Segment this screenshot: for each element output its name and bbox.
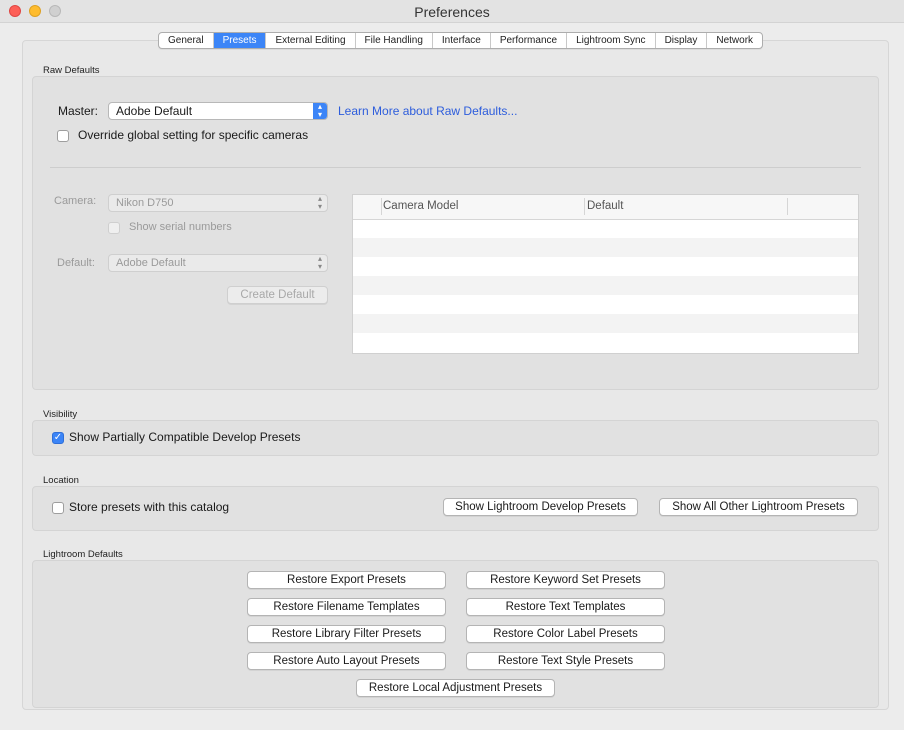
title-bar: Preferences xyxy=(0,0,904,23)
column-separator xyxy=(381,198,382,215)
show-serial-numbers-label: Show serial numbers xyxy=(129,221,232,233)
location-heading: Location xyxy=(43,475,79,486)
show-partially-compatible-label: Show Partially Compatible Develop Preset… xyxy=(69,430,301,444)
override-cameras-label: Override global setting for specific cam… xyxy=(78,128,309,142)
store-presets-with-catalog-checkbox[interactable] xyxy=(52,502,64,514)
default-select-value: Adobe Default xyxy=(116,257,186,269)
select-arrows-icon: ▴ ▾ xyxy=(313,103,327,119)
create-default-button[interactable]: Create Default xyxy=(227,286,328,304)
table-row xyxy=(353,295,858,314)
restore-local-adjustment-presets-button[interactable]: Restore Local Adjustment Presets xyxy=(356,679,555,697)
restore-auto-layout-presets-button[interactable]: Restore Auto Layout Presets xyxy=(247,652,446,670)
restore-export-presets-button[interactable]: Restore Export Presets xyxy=(247,571,446,589)
window-title: Preferences xyxy=(414,4,490,20)
tab-bar: General Presets External Editing File Ha… xyxy=(158,32,764,49)
default-select[interactable]: Adobe Default ▴ ▾ xyxy=(108,254,328,272)
learn-more-raw-defaults-link[interactable]: Learn More about Raw Defaults... xyxy=(338,104,517,118)
show-partially-compatible-checkbox[interactable]: ✓ xyxy=(52,432,64,444)
table-row xyxy=(353,333,858,352)
restore-text-style-presets-button[interactable]: Restore Text Style Presets xyxy=(466,652,665,670)
show-serial-numbers-checkbox[interactable] xyxy=(108,222,120,234)
show-all-other-lightroom-presets-button[interactable]: Show All Other Lightroom Presets xyxy=(659,498,858,516)
restore-text-templates-button[interactable]: Restore Text Templates xyxy=(466,598,665,616)
restore-library-filter-presets-button[interactable]: Restore Library Filter Presets xyxy=(247,625,446,643)
column-separator xyxy=(584,198,585,215)
table-row xyxy=(353,238,858,257)
table-row xyxy=(353,314,858,333)
store-presets-with-catalog-label: Store presets with this catalog xyxy=(69,500,230,514)
table-row xyxy=(353,276,858,295)
tab-interface[interactable]: Interface xyxy=(433,33,491,48)
column-header-default[interactable]: Default xyxy=(587,200,623,212)
table-row xyxy=(353,257,858,276)
master-select[interactable]: Adobe Default ▴ ▾ xyxy=(108,102,328,120)
raw-defaults-divider xyxy=(50,167,861,168)
column-separator xyxy=(787,198,788,215)
master-label: Master: xyxy=(58,104,99,118)
table-row xyxy=(353,219,858,238)
default-label: Default: xyxy=(57,257,95,269)
tab-presets[interactable]: Presets xyxy=(213,33,267,48)
tab-general[interactable]: General xyxy=(159,33,214,48)
visibility-heading: Visibility xyxy=(43,409,78,420)
override-cameras-checkbox[interactable] xyxy=(57,130,69,142)
camera-select[interactable]: Nikon D750 ▴ ▾ xyxy=(108,194,328,212)
tab-network[interactable]: Network xyxy=(707,33,762,48)
select-arrows-icon: ▴ ▾ xyxy=(317,194,322,211)
camera-defaults-table[interactable]: Camera Model Default xyxy=(352,194,859,354)
column-header-camera-model[interactable]: Camera Model xyxy=(383,200,458,212)
raw-defaults-heading: Raw Defaults xyxy=(43,65,100,76)
select-arrows-icon: ▴ ▾ xyxy=(317,254,322,271)
tab-display[interactable]: Display xyxy=(656,33,708,48)
tab-lightroom-sync[interactable]: Lightroom Sync xyxy=(567,33,656,48)
tab-performance[interactable]: Performance xyxy=(491,33,568,48)
lightroom-defaults-heading: Lightroom Defaults xyxy=(43,549,123,560)
tab-file-handling[interactable]: File Handling xyxy=(356,33,433,48)
camera-select-value: Nikon D750 xyxy=(116,197,174,209)
restore-color-label-presets-button[interactable]: Restore Color Label Presets xyxy=(466,625,665,643)
tab-external-editing[interactable]: External Editing xyxy=(266,33,356,48)
camera-label: Camera: xyxy=(54,195,97,207)
table-header: Camera Model Default xyxy=(353,195,858,220)
master-select-value: Adobe Default xyxy=(116,104,193,118)
show-lightroom-develop-presets-button[interactable]: Show Lightroom Develop Presets xyxy=(443,498,638,516)
restore-keyword-set-presets-button[interactable]: Restore Keyword Set Presets xyxy=(466,571,665,589)
restore-filename-templates-button[interactable]: Restore Filename Templates xyxy=(247,598,446,616)
